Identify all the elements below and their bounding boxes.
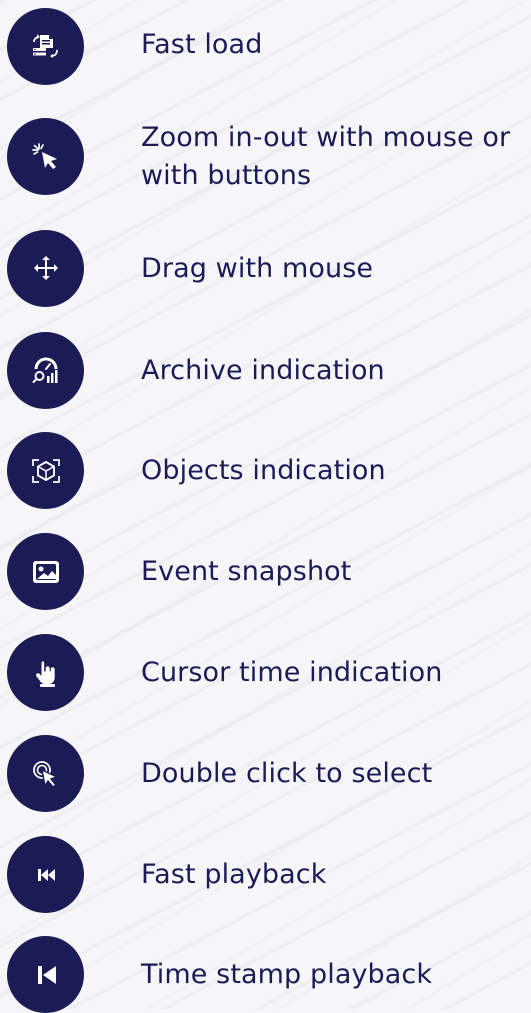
fast-load-icon (7, 8, 84, 85)
zoom-cursor-icon (7, 118, 84, 195)
fast-playback-icon (7, 836, 84, 913)
event-snapshot-icon (7, 533, 84, 610)
feature-label: Double click to select (141, 758, 433, 789)
objects-indication-icon (7, 432, 84, 509)
feature-label: Drag with mouse (141, 253, 374, 284)
feature-label: Archive indication (141, 355, 385, 386)
archive-indication-icon (7, 332, 84, 409)
feature-label: Time stamp playback (141, 959, 433, 990)
feature-label: Cursor time indication (141, 657, 443, 688)
drag-move-icon (7, 230, 84, 307)
feature-label: Zoom in-out with mouse or with buttons (141, 122, 511, 191)
feature-label: Fast load (141, 29, 263, 60)
cursor-time-icon (7, 634, 84, 711)
feature-label: Event snapshot (141, 556, 352, 587)
feature-label: Objects indication (141, 455, 386, 486)
feature-list: Fast load Zoom in-out with mouse or with… (0, 0, 531, 1013)
double-click-icon (7, 735, 84, 812)
feature-label: Fast playback (141, 859, 327, 890)
time-stamp-playback-icon (7, 936, 84, 1013)
